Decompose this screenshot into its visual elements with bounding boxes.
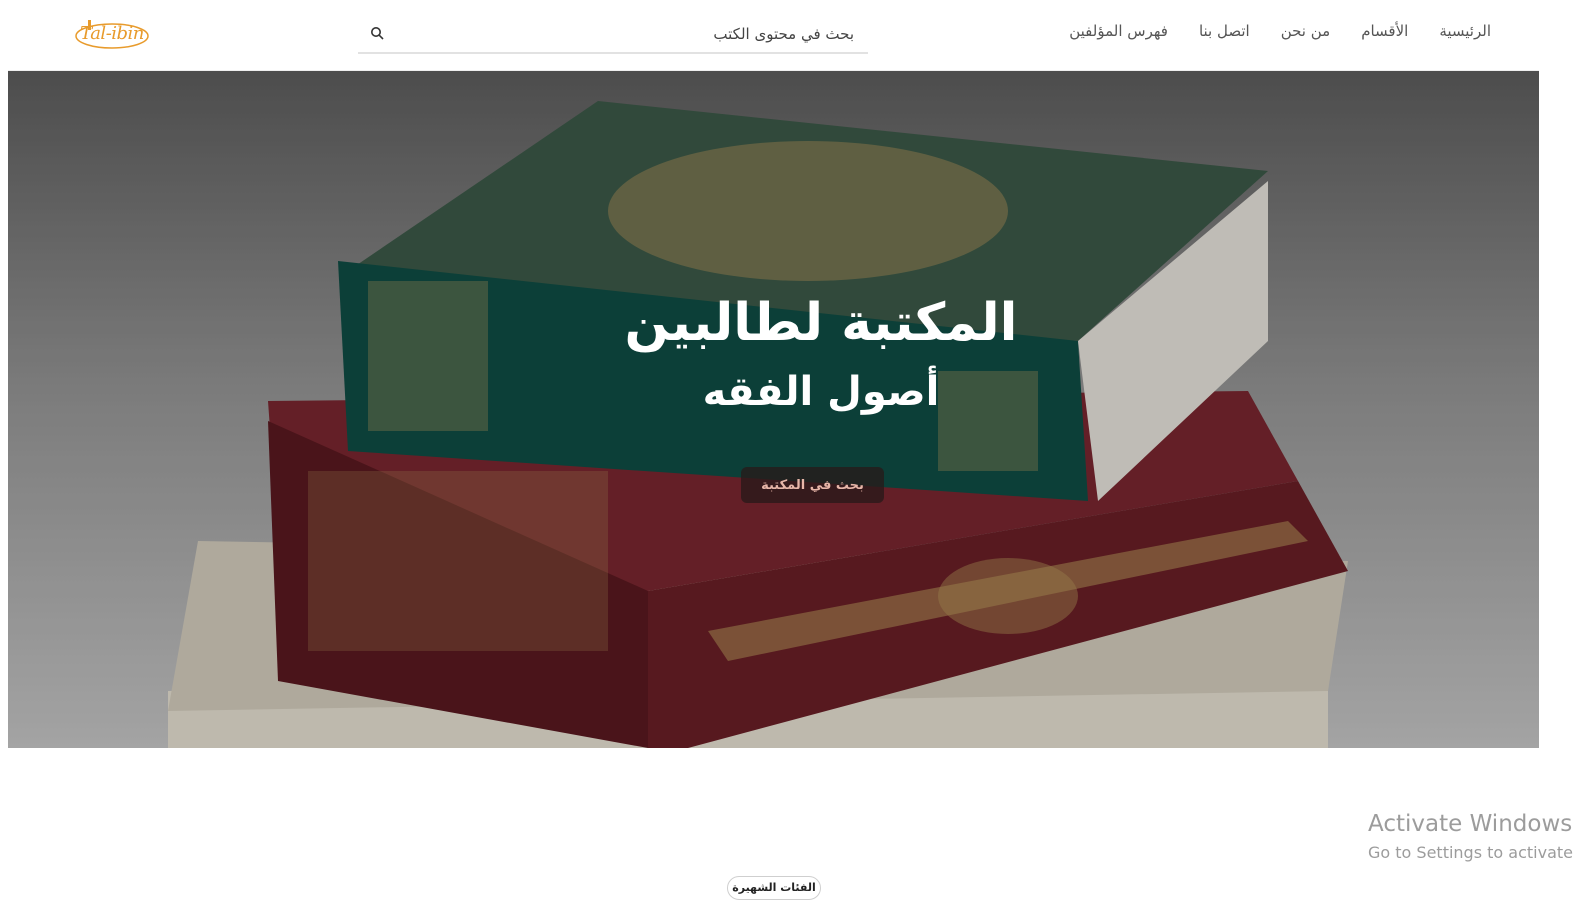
- nav-sections[interactable]: الأقسام: [1361, 22, 1408, 48]
- hero-title: المكتبة لطالبين: [624, 293, 1018, 353]
- site-logo[interactable]: Tal-ibin: [74, 14, 150, 54]
- popular-categories-badge: الفئات الشهيرة: [727, 876, 821, 900]
- hero-banner: المكتبة لطالبين أصول الفقه بحث في المكتب…: [8, 71, 1539, 748]
- nav-contact[interactable]: اتصل بنا: [1199, 22, 1250, 48]
- nav-home[interactable]: الرئيسية: [1439, 22, 1491, 48]
- watermark-line2: Go to Settings to activate: [1368, 843, 1573, 862]
- windows-activation-watermark: Activate Windows Go to Settings to activ…: [1368, 811, 1573, 862]
- hero-subtitle: أصول الفقه: [702, 369, 940, 415]
- search-library-button[interactable]: بحث في المكتبة: [741, 467, 884, 503]
- nav-authors-index[interactable]: فهرس المؤلفين: [1069, 22, 1168, 48]
- page: Tal-ibin فهرس المؤلفين اتصل بنا من نحن ا…: [8, 0, 1539, 909]
- site-header: Tal-ibin فهرس المؤلفين اتصل بنا من نحن ا…: [8, 0, 1539, 71]
- main-nav: فهرس المؤلفين اتصل بنا من نحن الأقسام ال…: [1069, 22, 1491, 48]
- logo-text: Tal-ibin: [80, 23, 144, 44]
- content-search: [358, 14, 868, 54]
- watermark-line1: Activate Windows: [1368, 811, 1573, 837]
- search-input[interactable]: [392, 20, 856, 48]
- nav-about[interactable]: من نحن: [1281, 22, 1331, 48]
- search-icon[interactable]: [370, 26, 384, 40]
